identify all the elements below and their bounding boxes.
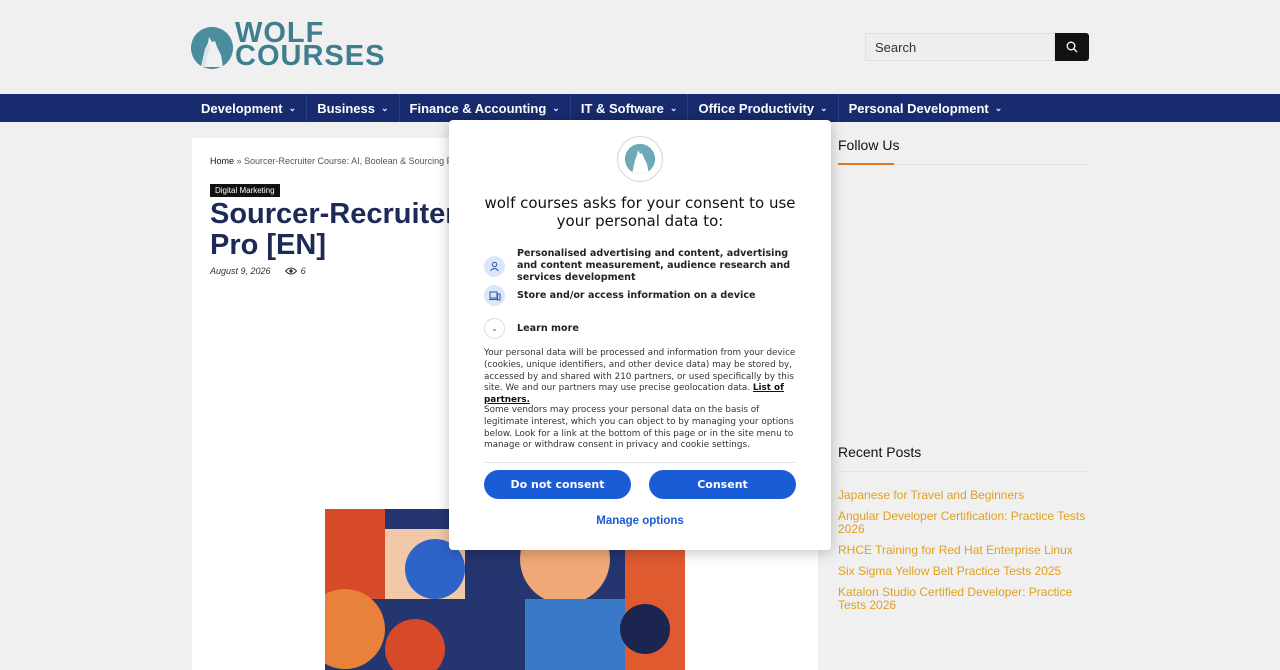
purpose-device-storage: Store and/or access information on a dev…	[484, 285, 797, 306]
consent-description-text: Your personal data will be processed and…	[484, 348, 796, 394]
learn-more-toggle[interactable]: ⌄ Learn more	[484, 318, 797, 339]
learn-more-label: Learn more	[517, 322, 579, 334]
do-not-consent-button[interactable]: Do not consent	[484, 470, 631, 499]
purpose-device-text: Store and/or access information on a dev…	[517, 289, 756, 301]
site-badge-icon	[617, 136, 663, 182]
consent-description: Your personal data will be processed and…	[484, 348, 796, 407]
user-icon	[484, 255, 505, 277]
consent-title: wolf courses asks for your consent to us…	[484, 194, 796, 230]
divider	[484, 462, 796, 463]
chevron-down-icon: ⌄	[484, 318, 505, 339]
legitimate-interest-text: Some vendors may process your personal d…	[484, 405, 794, 451]
purpose-advertising: Personalised advertising and content, ad…	[484, 248, 797, 284]
purpose-advertising-text: Personalised advertising and content, ad…	[517, 248, 791, 283]
consent-dialog: wolf courses asks for your consent to us…	[449, 120, 831, 550]
consent-button[interactable]: Consent	[649, 470, 796, 499]
device-icon	[484, 285, 505, 306]
manage-options-button[interactable]: Manage options	[449, 515, 831, 527]
